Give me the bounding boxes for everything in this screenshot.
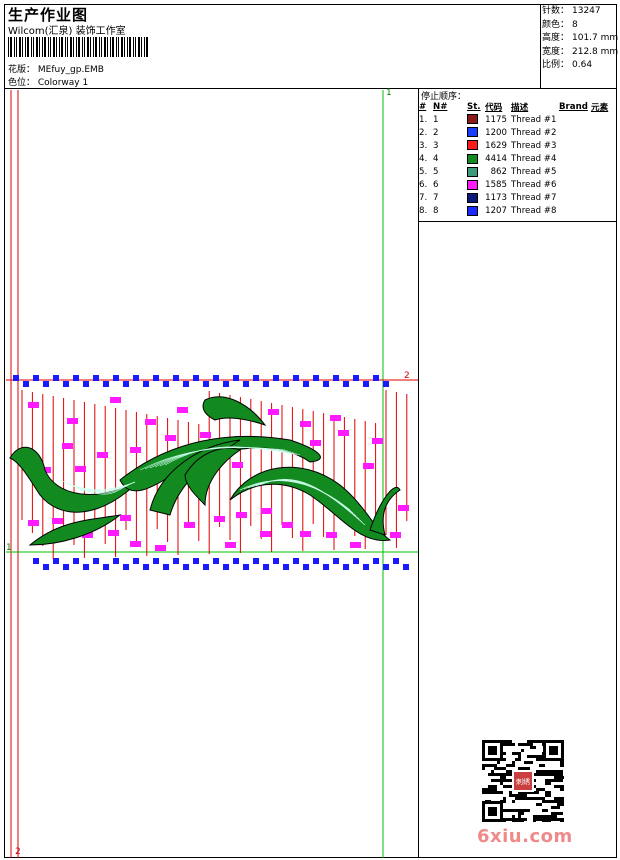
- leaf-top-curl: [202, 396, 267, 426]
- marker-red-bottom: 2: [15, 847, 21, 857]
- leaf-lower-left: [28, 514, 122, 546]
- leaf-right: [229, 466, 392, 542]
- marker-red-right: 2: [404, 371, 410, 381]
- design-canvas: [6, 90, 418, 858]
- marker-green-top: 1: [386, 88, 392, 98]
- qr-code: 刺绣: [482, 740, 564, 822]
- qr-seal: 刺绣: [516, 777, 530, 786]
- leaf-right-tip: [369, 487, 401, 536]
- site-logo: 6xiu.com: [477, 826, 573, 847]
- marker-green-left: 1: [6, 543, 12, 553]
